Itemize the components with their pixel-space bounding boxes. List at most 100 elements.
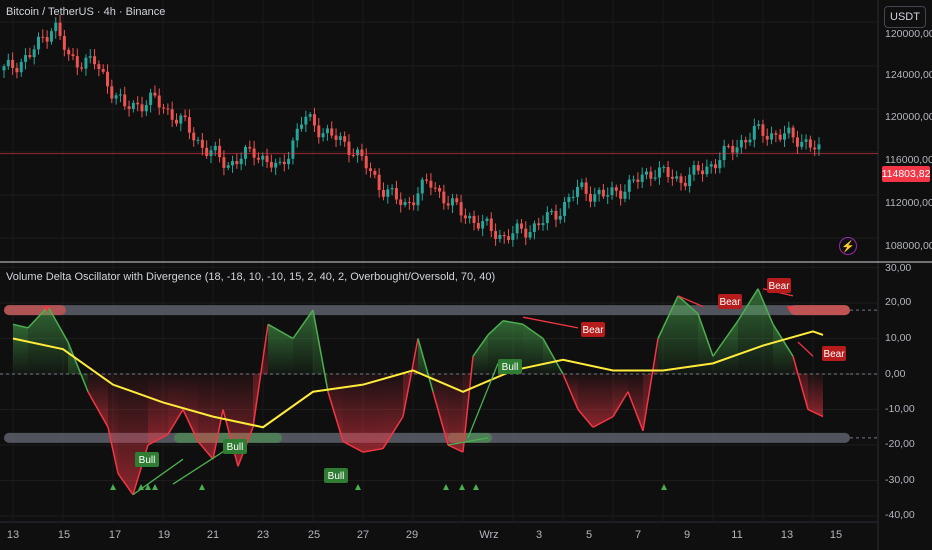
time-tick: 13 (780, 529, 794, 541)
candle-body (58, 22, 62, 36)
candle-body (390, 188, 394, 190)
bull-label: Bull (139, 455, 156, 466)
candle-body (709, 164, 713, 167)
candle-body (278, 161, 282, 163)
candle-body (701, 170, 705, 175)
candle-body (166, 108, 170, 110)
time-tick: 15 (57, 529, 71, 541)
candle-body (813, 147, 817, 150)
currency-button[interactable]: USDT (884, 6, 926, 28)
candle-body (433, 187, 437, 189)
candle-body (739, 140, 743, 148)
buy-signal-triangle (443, 484, 449, 490)
candle-body (149, 92, 153, 105)
candle-body (222, 157, 226, 168)
candle-body (653, 177, 657, 179)
candle-body (722, 145, 726, 161)
candle-body (45, 37, 49, 42)
candle-body (532, 223, 536, 232)
symbol-title[interactable]: Bitcoin / TetherUS · 4h · Binance (6, 6, 165, 18)
candle-body (731, 146, 735, 153)
candle-body (567, 197, 571, 202)
candle-body (675, 176, 679, 179)
candle-body (261, 155, 265, 160)
candle-body (131, 102, 135, 109)
candle-body (765, 135, 769, 140)
candle-body (338, 136, 342, 140)
time-tick: 29 (405, 529, 419, 541)
candle-body (269, 161, 273, 168)
candle-body (429, 180, 433, 188)
time-tick: 13 (6, 529, 20, 541)
candle-body (287, 158, 291, 165)
candle-body (75, 56, 79, 68)
candle-body (761, 124, 765, 136)
candle-body (243, 146, 247, 159)
candle-body (645, 171, 649, 175)
candle-body (795, 137, 799, 147)
candle-body (425, 179, 429, 181)
candle-body (67, 49, 71, 55)
candle-body (752, 125, 756, 140)
candle-body (511, 233, 515, 240)
candle-body (455, 198, 459, 203)
candle-body (696, 165, 700, 171)
oscillator-area (148, 374, 168, 445)
candle-body (213, 145, 217, 151)
candle-body (623, 191, 627, 199)
buy-signal-triangle (459, 484, 465, 490)
candle-body (347, 141, 351, 155)
candle-body (537, 223, 541, 226)
candle-body (356, 149, 360, 156)
osc-tick: 0,00 (885, 368, 906, 380)
candle-body (256, 157, 260, 160)
candle-body (136, 102, 140, 105)
time-tick: 23 (256, 529, 270, 541)
candle-body (308, 114, 312, 117)
time-tick: 25 (307, 529, 321, 541)
candle-body (593, 194, 597, 202)
candle-body (804, 139, 808, 142)
time-tick: 9 (683, 529, 691, 541)
candle-body (524, 228, 528, 238)
candle-body (783, 133, 787, 140)
candle-body (304, 116, 308, 125)
candle-body (438, 188, 442, 192)
overbought-band-hit (790, 305, 850, 316)
candle-body (554, 210, 558, 220)
time-tick: 15 (829, 529, 843, 541)
oscillator-area (293, 310, 313, 374)
candle-body (114, 95, 118, 99)
oscillator-area (628, 374, 643, 431)
candle-body (472, 215, 476, 224)
overbought-band-hit (4, 305, 66, 316)
candle-body (351, 154, 355, 156)
candle-body (597, 189, 601, 195)
candle-body (774, 133, 778, 135)
candle-body (485, 218, 489, 222)
candle-body (800, 141, 804, 147)
candle-body (403, 201, 407, 205)
candle-body (300, 124, 304, 129)
candle-body (558, 215, 562, 220)
bull-label: Bull (328, 471, 345, 482)
oscillator-area (758, 288, 773, 374)
candle-body (481, 221, 485, 229)
lightning-bolt-icon[interactable]: ⚡ (839, 237, 857, 255)
buy-signal-triangle (110, 484, 116, 490)
candle-body (196, 139, 200, 141)
candle-body (265, 155, 269, 162)
candle-body (619, 190, 623, 199)
candle-body (369, 168, 373, 171)
candle-body (787, 127, 791, 134)
candle-body (399, 199, 403, 205)
candle-body (179, 115, 183, 124)
indicator-title[interactable]: Volume Delta Oscillator with Divergence … (6, 271, 495, 283)
time-tick: 27 (356, 529, 370, 541)
candle-body (97, 64, 101, 69)
bull-label: Bull (227, 442, 244, 453)
oscillator-area (773, 324, 793, 374)
candle-body (118, 94, 122, 96)
candle-body (218, 145, 222, 158)
time-tick: 3 (535, 529, 543, 541)
